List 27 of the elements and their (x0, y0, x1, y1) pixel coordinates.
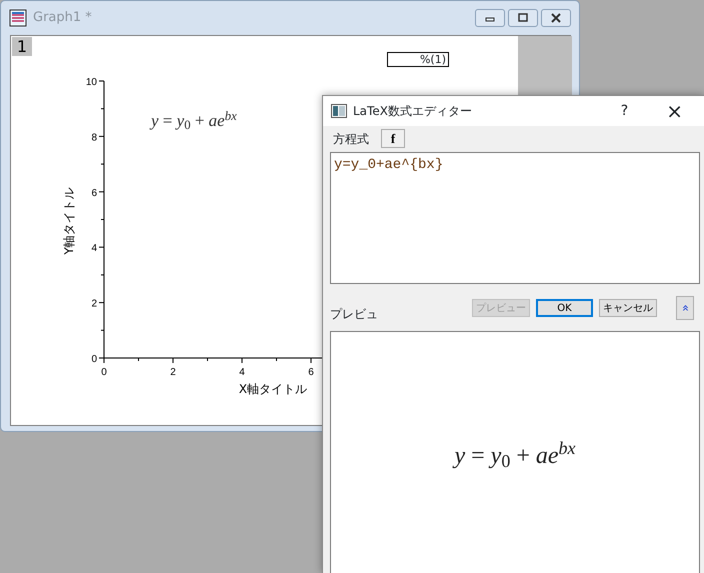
ok-button[interactable]: OK (536, 299, 593, 317)
equation-editor[interactable]: y=y_0+ae^{bx} (330, 152, 700, 284)
y-tick-label: 0 (91, 354, 97, 365)
help-button[interactable]: ? (620, 100, 630, 122)
dialog-title: LaTeX数式エディター (353, 103, 472, 120)
y-tick-label: 10 (86, 77, 97, 88)
x-tick-label: 2 (170, 367, 176, 378)
legend-box: %(1) (387, 52, 449, 67)
equation-label: 方程式 (333, 130, 369, 148)
x-tick-label: 4 (239, 367, 245, 378)
equation-label: y = y$_{0}$ + ae$^{bx}$ (151, 108, 237, 134)
function-button[interactable]: f (381, 129, 405, 148)
y-tick-label: 4 (91, 243, 97, 254)
y-tick-label: 6 (91, 188, 97, 199)
y-tick-label: 2 (91, 298, 97, 310)
y-tick-label: 8 (91, 132, 97, 144)
preview-label: プレビュ (330, 306, 378, 323)
preview-equation: y = y$_{0}$ + ae$^{bx}$ (454, 438, 576, 473)
cancel-button[interactable]: キャンセル (599, 299, 657, 317)
y-axis-title: Y軸タイトル (62, 187, 76, 255)
x-tick-label: 6 (308, 367, 314, 378)
x-axis-title: X軸タイトル (238, 382, 308, 396)
x-tick-label: 0 (101, 367, 107, 378)
layer-tab[interactable]: 1 (12, 37, 32, 56)
window-title: Graph1 * (33, 8, 92, 27)
collapse-button[interactable]: » (676, 296, 694, 320)
close-button[interactable]: × (665, 96, 684, 127)
